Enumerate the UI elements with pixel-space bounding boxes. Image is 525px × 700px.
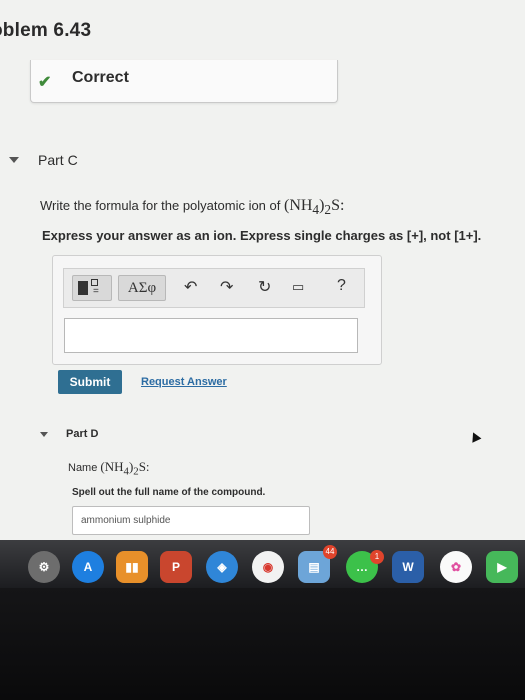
books-icon[interactable]: ▮▮ (116, 551, 148, 583)
checkmark-icon: ✔ (38, 74, 52, 91)
request-answer-link[interactable]: Request Answer (141, 376, 227, 388)
formula-suffix: S: (138, 459, 150, 474)
system-preferences-icon[interactable]: ⚙ (28, 551, 60, 583)
formula: (NH4)2S: (283, 197, 345, 217)
formula: (NH4)2S: (100, 459, 150, 478)
part-d-label[interactable]: Part D (66, 428, 98, 440)
chevron-down-icon[interactable] (9, 157, 19, 163)
formula-base: (NH (283, 197, 313, 214)
part-d-instructions: Spell out the full name of the compound. (72, 487, 266, 498)
notification-badge: 1 (370, 550, 384, 564)
formula-base: (NH (100, 459, 124, 474)
correct-status: Correct (72, 69, 129, 86)
undo-icon[interactable]: ↶ (184, 277, 197, 297)
templates-button[interactable]: = (72, 275, 112, 301)
keyboard-icon[interactable]: ▭ (292, 279, 304, 295)
math-toolbar: = ΑΣφ ↶ ↷ ↻ ▭ ? (63, 268, 365, 308)
browser-content: oblem 6.43 ✔ Correct Part C Write the fo… (0, 0, 525, 548)
notification-badge: 44 (323, 545, 337, 559)
part-c-label[interactable]: Part C (38, 152, 78, 168)
powerpoint-icon[interactable]: P (160, 551, 192, 583)
question-text: Write the formula for the polyatomic ion… (40, 198, 284, 213)
facetime-icon[interactable]: ▶ (486, 551, 518, 583)
safari-icon[interactable]: ◈ (206, 551, 238, 583)
question-text: Name (68, 462, 101, 474)
problem-title: oblem 6.43 (0, 20, 92, 41)
greek-symbols-button[interactable]: ΑΣφ (118, 275, 166, 301)
part-c-instructions: Express your answer as an ion. Express s… (42, 228, 482, 243)
help-icon[interactable]: ? (337, 277, 346, 295)
part-d-question: Name (NH4)2S: (68, 459, 150, 478)
redo-icon[interactable]: ↷ (220, 277, 233, 297)
formula-suffix: S: (331, 197, 345, 214)
photos-icon[interactable]: ✿ (440, 551, 472, 583)
name-answer-field[interactable]: ammonium sulphide (72, 506, 310, 535)
name-answer-value: ammonium sulphide (81, 515, 171, 526)
laptop-bezel (0, 588, 525, 700)
submit-button[interactable]: Submit (58, 370, 122, 394)
word-icon[interactable]: W (392, 551, 424, 583)
chrome-icon[interactable]: ◉ (252, 551, 284, 583)
answer-input[interactable] (64, 318, 358, 353)
reset-icon[interactable]: ↻ (258, 277, 271, 297)
part-c-question: Write the formula for the polyatomic ion… (40, 197, 344, 218)
app-store-icon[interactable]: A (72, 551, 104, 583)
mouse-cursor-icon (468, 430, 482, 443)
chevron-down-icon[interactable] (40, 432, 48, 437)
